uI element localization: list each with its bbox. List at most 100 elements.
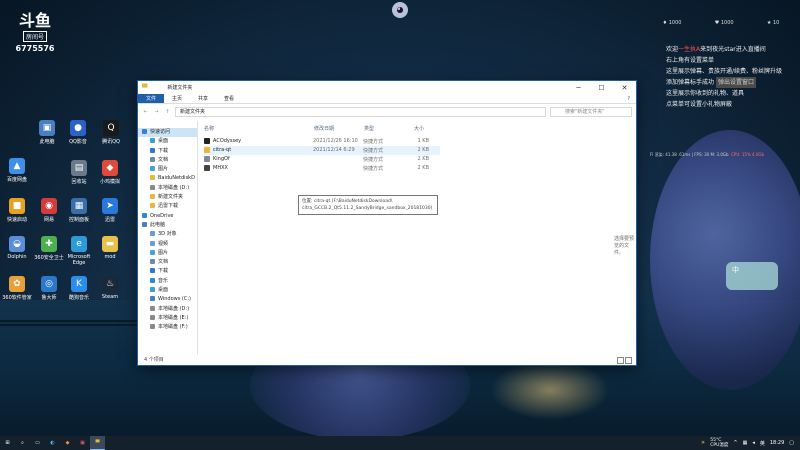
nav-item[interactable]: 本地磁盘 (F:) bbox=[138, 323, 197, 332]
desktop-icon[interactable]: ■ 快速启动 bbox=[0, 198, 34, 223]
floating-widget[interactable]: 中 bbox=[726, 262, 778, 290]
desktop-icon[interactable]: ◆ 小鸡模拟 bbox=[93, 160, 127, 185]
nav-item[interactable]: 3D 对象 bbox=[138, 230, 197, 239]
title-bar[interactable]: ▀ 新建文件夹 ─ ☐ ✕ bbox=[138, 81, 636, 94]
nav-item-label: 文档 bbox=[158, 156, 169, 163]
nav-item[interactable]: 视频 bbox=[138, 240, 197, 249]
nav-item[interactable]: 桌面 bbox=[138, 286, 197, 295]
up-button[interactable]: ↑ bbox=[164, 109, 171, 115]
column-date[interactable]: 修改日期 bbox=[314, 125, 364, 134]
desktop-icon-label: 此电脑 bbox=[39, 139, 55, 145]
edge-taskbar-icon[interactable]: ◐ bbox=[45, 436, 60, 450]
nav-item-icon bbox=[150, 203, 155, 209]
app-icon: ◎ bbox=[41, 276, 57, 292]
nav-item-label: 桌面 bbox=[158, 138, 169, 145]
maximize-button[interactable]: ☐ bbox=[590, 84, 613, 92]
nav-item[interactable]: 此电脑 bbox=[138, 221, 197, 230]
desktop-icon[interactable]: ➤ 迅雷 bbox=[93, 198, 127, 223]
desktop-icon-label: 百度网盘 bbox=[6, 177, 27, 183]
nav-item[interactable]: 本地磁盘 (D:) bbox=[138, 184, 197, 193]
nav-item[interactable]: 快速访问 bbox=[138, 128, 197, 138]
address-bar[interactable]: 新建文件夹 bbox=[175, 106, 546, 117]
column-name[interactable]: 名称 bbox=[198, 125, 314, 134]
desktop-icon[interactable]: ▣ 此电脑 bbox=[30, 120, 64, 145]
nav-item[interactable]: 文档 bbox=[138, 258, 197, 267]
nav-item[interactable]: OneDrive bbox=[138, 212, 197, 221]
column-size[interactable]: 大小 bbox=[414, 125, 444, 134]
nav-item[interactable]: 图片 bbox=[138, 249, 197, 258]
shortcut-icon bbox=[204, 156, 210, 163]
nav-item[interactable]: 下载 bbox=[138, 147, 197, 156]
status-bar: 4 个项目 bbox=[138, 355, 636, 365]
breadcrumb[interactable]: 新建文件夹 bbox=[180, 109, 205, 115]
tab-file[interactable]: 文件 bbox=[138, 94, 165, 103]
nav-item[interactable]: 迅雷下载 bbox=[138, 202, 197, 211]
desktop-icon[interactable]: ▲ 百度网盘 bbox=[0, 158, 34, 183]
nav-item[interactable]: 文档 bbox=[138, 156, 197, 165]
tray-chevron-icon[interactable]: ^ bbox=[733, 440, 737, 446]
desktop-icon-label: 360安全卫士 bbox=[34, 255, 64, 261]
danmaku-panel: 欢迎一生执A来到夜光star进入直播间 右上角有设置菜单 这里展示弹幕、贵族开通… bbox=[666, 44, 796, 110]
owl-icon: ◕ bbox=[392, 2, 408, 18]
desktop-icon[interactable]: ▤ 回收站 bbox=[62, 160, 96, 185]
nav-item-label: 此电脑 bbox=[150, 221, 166, 228]
nav-item[interactable]: Windows (C:) bbox=[138, 295, 197, 304]
notification-icon[interactable]: ▢ bbox=[789, 440, 794, 446]
preview-message: 选择要预览的文件。 bbox=[614, 236, 635, 256]
nav-item[interactable]: 下载 bbox=[138, 267, 197, 276]
file-name: MHXX bbox=[213, 165, 228, 172]
column-type[interactable]: 类型 bbox=[364, 125, 414, 134]
tab-home[interactable]: 主页 bbox=[164, 94, 190, 103]
minimize-button[interactable]: ─ bbox=[567, 84, 590, 92]
nav-item-label: 本地磁盘 (D:) bbox=[158, 305, 190, 312]
task-view-icon[interactable]: ▭ bbox=[30, 436, 45, 450]
desktop-icon[interactable]: ♨ Steam bbox=[93, 276, 127, 300]
network-icon[interactable]: ▦ bbox=[743, 440, 748, 446]
nav-item-icon bbox=[150, 277, 155, 283]
cpu-temp-widget[interactable]: 55°C CPU温度 bbox=[710, 438, 728, 448]
start-button[interactable]: ⊞ bbox=[0, 436, 15, 450]
file-row[interactable]: ACOdyssey 2021/12/26 16:10 快捷方式 1 KB bbox=[204, 137, 440, 146]
search-icon[interactable]: ⌕ bbox=[15, 436, 30, 450]
tab-share[interactable]: 共享 bbox=[190, 94, 216, 103]
details-view-button[interactable] bbox=[617, 357, 624, 364]
back-button[interactable]: ← bbox=[142, 109, 149, 115]
tiles-view-button[interactable] bbox=[625, 357, 632, 364]
nav-item[interactable]: 桌面 bbox=[138, 137, 197, 146]
input-language[interactable]: 英 bbox=[760, 440, 765, 447]
desktop-icon[interactable]: Q 腾讯QQ bbox=[94, 120, 128, 145]
desktop-icon[interactable]: ◎ 鲁大师 bbox=[32, 276, 66, 301]
desktop-icon[interactable]: ✿ 360软件管家 bbox=[0, 276, 34, 301]
nav-item[interactable]: 本地磁盘 (E:) bbox=[138, 314, 197, 323]
item-count: 4 个项目 bbox=[144, 357, 164, 363]
desktop-icon[interactable]: ▬ mod bbox=[93, 236, 127, 260]
douyu-taskbar-icon[interactable]: ◆ bbox=[60, 436, 75, 450]
desktop-icon[interactable]: ◒ Dolphin bbox=[0, 236, 34, 260]
desktop-icon[interactable]: ● QQ影音 bbox=[61, 120, 95, 145]
desktop-icon[interactable]: e Microsoft Edge bbox=[62, 236, 96, 266]
volume-icon[interactable]: ◂ bbox=[752, 440, 755, 446]
file-row[interactable]: KingOf 快捷方式 2 KB bbox=[204, 155, 440, 164]
nav-item[interactable]: BaiduNetdiskD bbox=[138, 174, 197, 183]
file-row[interactable]: citra-qt 2021/12/14 6:29 快捷方式 2 KB bbox=[204, 146, 440, 155]
app-taskbar-icon[interactable]: ▣ bbox=[75, 436, 90, 450]
desktop-icon[interactable]: K 酷狗音乐 bbox=[62, 276, 96, 301]
file-row[interactable]: MHXX 快捷方式 2 KB bbox=[204, 164, 440, 173]
clock[interactable]: 18:29 bbox=[770, 440, 784, 446]
help-icon[interactable]: ? bbox=[627, 94, 636, 103]
tab-view[interactable]: 查看 bbox=[216, 94, 242, 103]
forward-button[interactable]: → bbox=[153, 109, 160, 115]
nav-item[interactable]: 本地磁盘 (D:) bbox=[138, 305, 197, 314]
app-icon: ● bbox=[70, 120, 86, 136]
nav-item[interactable]: 图片 bbox=[138, 165, 197, 174]
explorer-taskbar-icon[interactable]: ▀ bbox=[90, 436, 105, 450]
nav-item[interactable]: 新建文件夹 bbox=[138, 193, 197, 202]
desktop-icon[interactable]: ✚ 360安全卫士 bbox=[32, 236, 66, 261]
desktop-icon[interactable]: ▦ 控制面板 bbox=[62, 198, 96, 223]
nav-item-icon bbox=[150, 296, 155, 302]
nav-item[interactable]: 音乐 bbox=[138, 277, 197, 286]
search-input[interactable]: 搜索"新建文件夹" bbox=[550, 106, 632, 117]
desktop-icon[interactable]: ◉ 网易 bbox=[32, 198, 66, 223]
close-button[interactable]: ✕ bbox=[613, 84, 636, 92]
navigation-pane[interactable]: 快速访问 桌面 下载 文档 图片 BaiduNetdiskD 本地磁盘 (D:) 新建文件夹迅… bbox=[138, 121, 198, 355]
